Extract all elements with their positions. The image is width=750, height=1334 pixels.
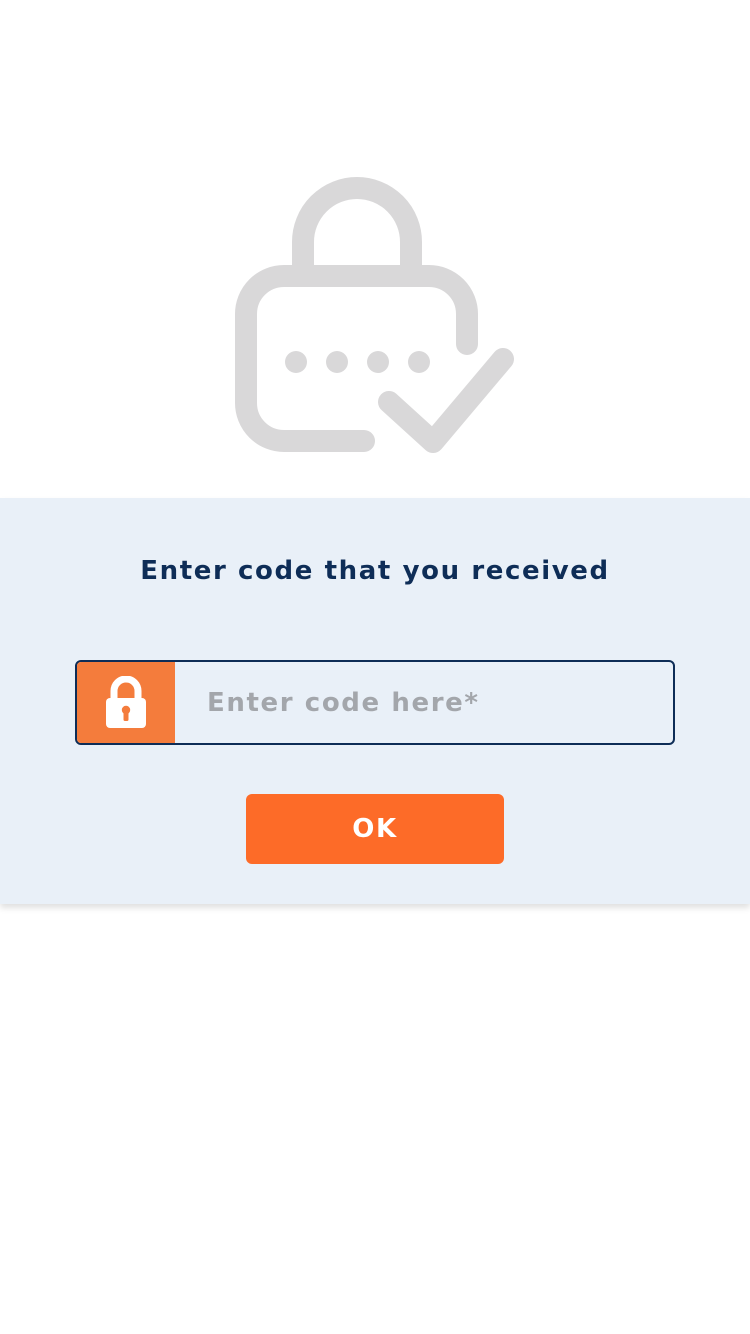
lock-code-check-icon xyxy=(235,177,514,453)
ok-button[interactable]: OK xyxy=(246,794,504,864)
code-input[interactable] xyxy=(175,662,673,743)
code-prompt: Enter code that you received xyxy=(140,556,610,586)
hero-area xyxy=(0,0,750,498)
code-field[interactable] xyxy=(75,660,675,745)
verification-panel: Enter code that you received OK xyxy=(0,498,750,904)
code-verification-screen: Enter code that you received OK xyxy=(0,0,750,1334)
lock-icon xyxy=(77,662,175,743)
